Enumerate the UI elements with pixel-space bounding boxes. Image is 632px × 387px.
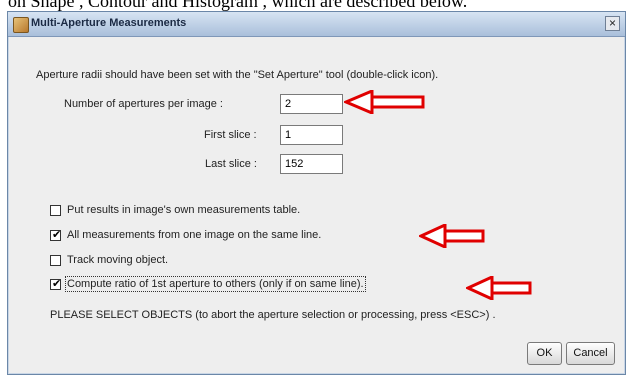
ok-button[interactable]: OK [527,342,562,365]
checkbox-compute-ratio-label: Compute ratio of 1st aperture to others … [65,276,366,292]
cancel-button[interactable]: Cancel [566,342,615,365]
footer-instruction: PLEASE SELECT OBJECTS (to abort the aper… [50,309,496,321]
check-icon: ✔ [52,278,62,290]
checkbox-own-table-box[interactable] [50,205,61,216]
checkbox-same-line-box[interactable]: ✔ [50,229,62,241]
checkbox-track-moving-label: Track moving object. [67,254,169,266]
check-icon: ✔ [52,229,62,241]
apertures-label: Number of apertures per image : [64,98,223,110]
title-bar[interactable]: Multi-Aperture Measurements × [8,12,625,37]
multi-aperture-dialog: Multi-Aperture Measurements × Aperture r… [7,11,626,375]
instruction-text: Aperture radii should have been set with… [36,69,439,81]
annotation-arrow-apertures [344,90,425,114]
checkbox-compute-ratio-box[interactable]: ✔ [50,278,62,290]
dialog-title: Multi-Aperture Measurements [31,17,187,29]
checkbox-own-table-label: Put results in image's own measurements … [67,204,301,216]
close-icon: × [608,16,616,30]
annotation-arrow-compute-ratio [466,276,532,300]
checkbox-track-moving-box[interactable] [50,255,61,266]
annotation-arrow-same-line [419,224,485,248]
last-slice-input[interactable]: 152 [280,154,343,174]
app-icon [13,17,29,33]
close-button[interactable]: × [605,16,620,31]
first-slice-label: First slice : [204,129,257,141]
apertures-input[interactable]: 2 [280,94,343,114]
first-slice-input[interactable]: 1 [280,125,343,145]
checkbox-same-line-label: All measurements from one image on the s… [67,229,322,241]
last-slice-label: Last slice : [205,158,257,170]
